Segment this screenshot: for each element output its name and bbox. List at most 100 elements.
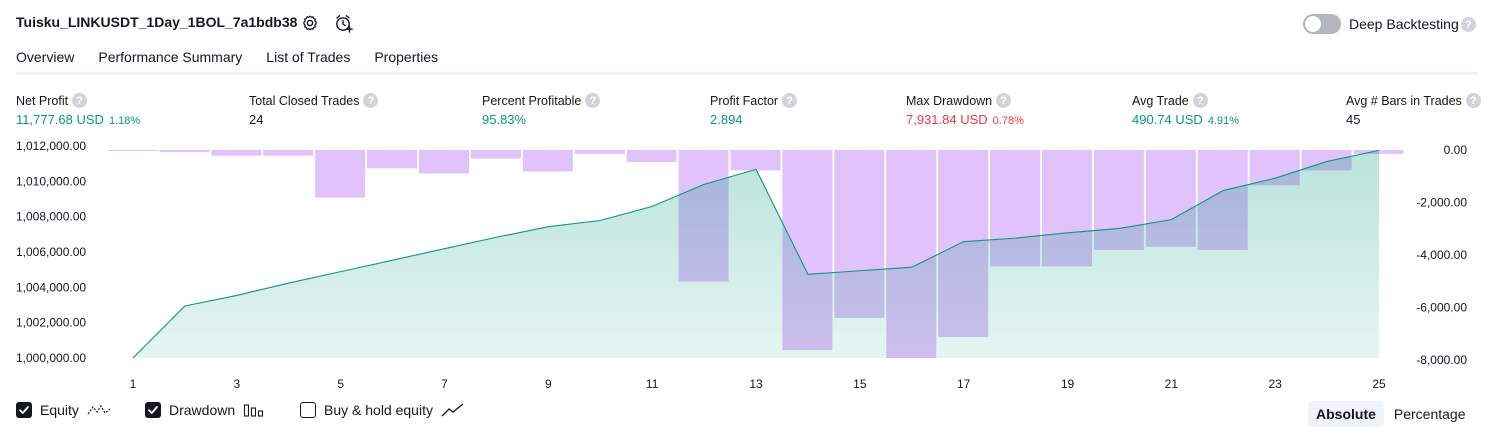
y-right-tick-label: 0.00 [1444,143,1468,157]
alarm-clock-plus-icon [336,15,353,33]
drawdown-bar [522,150,573,172]
metric-value: 490.74 USD [1132,112,1203,127]
x-tick-label: 21 [1165,377,1179,391]
drawdown-bars-icon [244,404,264,417]
y-right-tick-label: -2,000.00 [1416,196,1467,210]
drawdown-bar [419,150,469,174]
x-tick-label: 9 [545,377,552,391]
x-tick-label: 25 [1372,377,1386,391]
y-left-tick-label: 1,000,000.00 [16,351,86,365]
info-icon[interactable]: ? [1465,93,1481,108]
metric-avg-bars: Avg # Bars in Trades? 45 [1346,93,1481,127]
metric-value: 95.83% [482,112,527,127]
buy-hold-line-icon [441,403,464,417]
x-tick-label: 11 [646,377,659,391]
drawdown-checkbox[interactable] [145,402,161,418]
gear-icon [303,15,317,31]
x-tick-label: 13 [749,377,763,391]
y-right-tick-label: -4,000.00 [1416,248,1467,262]
add-alert-button[interactable] [332,11,356,35]
metric-percent: 1.18% [108,115,141,127]
info-icon[interactable]: ? [1192,93,1208,108]
deep-backtesting-label: Deep Backtesting [1349,16,1459,32]
report-tabs: Overview Performance Summary List of Tra… [16,40,462,75]
metric-label: Avg Trade [1132,93,1189,108]
legend-label: Buy & hold equity [324,402,433,418]
settings-button[interactable] [298,11,322,35]
y-left-tick-label: 1,012,000.00 [16,139,86,153]
legend-drawdown[interactable]: Drawdown [145,402,265,418]
metric-label: Max Drawdown [906,93,993,108]
x-tick-label: 15 [853,377,867,391]
x-tick-label: 7 [441,377,448,391]
x-tick-label: 3 [233,377,240,391]
y-left-tick-label: 1,010,000.00 [16,174,86,188]
tab-list-of-trades[interactable]: List of Trades [266,40,350,74]
legend-label: Equity [40,402,79,418]
x-tick-label: 19 [1061,377,1075,391]
drawdown-bar [574,150,625,154]
strategy-title: Tuisku_LINKUSDT_1Day_1BOL_7a1bdb38 [16,14,298,30]
metric-total-closed-trades: Total Closed Trades? 24 [249,93,379,127]
metric-label: Net Profit [16,93,69,108]
legend-buy-hold[interactable]: Buy & hold equity [300,402,465,418]
buy-hold-checkbox[interactable] [300,402,316,418]
y-left-tick-label: 1,002,000.00 [16,316,86,330]
metric-label: Profit Factor [710,93,779,108]
drawdown-bar [626,150,677,163]
y-left-tick-label: 1,006,000.00 [16,245,86,259]
tab-properties[interactable]: Properties [374,40,438,74]
info-icon[interactable]: ? [585,93,601,108]
tab-performance-summary[interactable]: Performance Summary [98,40,242,74]
x-tick-label: 17 [957,377,971,391]
drawdown-bar [367,150,418,169]
equity-drawdown-chart[interactable]: 1,012,000.00 1,010,000.00 1,008,000.00 1,00… [0,138,1494,394]
deep-backtesting-toggle[interactable] [1303,14,1341,34]
metric-avg-trade: Avg Trade? 490.74 USD 4.91% [1132,93,1239,127]
view-mode-switch: Absolute Percentage [1308,400,1474,428]
info-icon[interactable]: ? [782,93,798,108]
metric-net-profit: Net Profit? 11,777.68 USD 1.18% [16,93,140,127]
toggle-knob [1305,16,1321,32]
info-icon[interactable]: ? [363,93,379,108]
metric-max-drawdown: Max Drawdown? 7,931.84 USD 0.78% [906,93,1024,127]
check-icon [19,406,29,414]
metric-value: 11,777.68 USD [16,112,104,127]
metric-value: 2.894 [710,112,743,127]
metric-label: Avg # Bars in Trades [1346,93,1462,108]
tab-overview[interactable]: Overview [16,40,75,75]
drawdown-bar [159,150,210,153]
x-tick-label: 23 [1268,377,1282,391]
y-left-tick-label: 1,008,000.00 [16,210,86,224]
percentage-button[interactable]: Percentage [1386,401,1474,427]
drawdown-bar [211,150,262,156]
x-tick-label: 1 [130,377,137,391]
metric-percent: 0.78% [992,115,1024,127]
metric-value: 7,931.84 USD [906,112,988,127]
metric-percent: 4.91% [1207,115,1240,127]
equity-checkbox[interactable] [16,402,32,418]
absolute-button[interactable]: Absolute [1308,401,1384,427]
y-right-tick-label: -6,000.00 [1416,301,1467,315]
check-icon [148,406,158,414]
info-icon[interactable]: ? [996,93,1012,108]
drawdown-bar [730,150,781,171]
y-right-tick-label: -8,000.00 [1416,353,1467,367]
metric-profit-factor: Profit Factor? 2.894 [710,93,798,127]
deep-backtesting-help-icon[interactable]: ? [1461,17,1476,32]
drawdown-bar [108,150,158,152]
metric-label: Percent Profitable [482,93,582,108]
drawdown-bar [263,150,314,156]
metric-value: 45 [1346,112,1361,127]
drawdown-bar [470,150,521,159]
x-tick-label: 5 [337,377,344,391]
tabs-divider [16,72,1478,75]
legend-equity[interactable]: Equity [16,402,111,418]
y-left-tick-label: 1,004,000.00 [16,280,86,294]
info-icon[interactable]: ? [72,93,88,108]
equity-line-icon [87,404,111,415]
drawdown-bar [315,150,366,198]
metric-label: Total Closed Trades [249,93,360,108]
metric-value: 24 [249,112,264,127]
legend-label: Drawdown [169,402,236,418]
